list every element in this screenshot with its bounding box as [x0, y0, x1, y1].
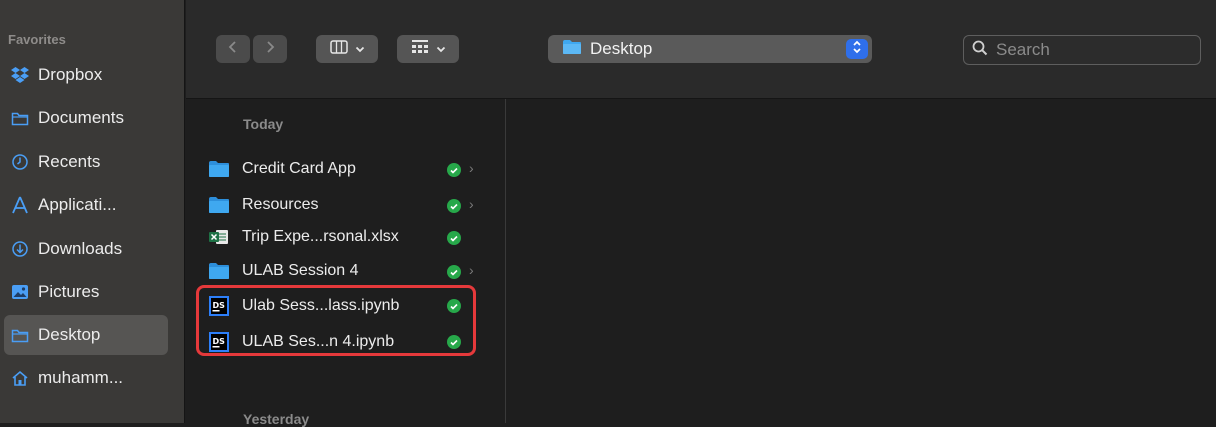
sidebar-item-label: Recents [38, 152, 101, 171]
sidebar-item-label: Dropbox [38, 65, 103, 84]
sidebar-item-desktop[interactable]: Desktop [4, 315, 168, 355]
sidebar-item-label: Desktop [38, 325, 101, 344]
search-icon [972, 40, 988, 61]
folder-icon [208, 195, 230, 215]
preview-pane [507, 99, 1216, 423]
sidebar-item-label: muhamm... [38, 368, 124, 387]
applications-icon [10, 195, 30, 215]
file-row[interactable]: ULAB Session 4 [208, 256, 488, 286]
chevron-right-icon: › [469, 160, 474, 176]
sidebar-item-label: Documents [38, 108, 124, 127]
sidebar-item-label: Downloads [38, 239, 123, 258]
file-row[interactable]: Trip Expe...rsonal.xlsx [208, 222, 488, 252]
sidebar: Favorites Dropbox Documents Recents Appl… [0, 0, 185, 423]
nav-buttons [216, 35, 287, 63]
sync-status-icon [447, 163, 461, 177]
up-down-chevron-icon [852, 40, 862, 59]
path-popup-button[interactable]: Desktop [548, 35, 872, 63]
forward-button[interactable] [253, 35, 287, 63]
section-header-today: Today [243, 116, 284, 132]
file-row[interactable]: Credit Card App [208, 154, 488, 184]
sync-status-icon [447, 199, 461, 213]
sidebar-item-label: Applicati... [38, 195, 117, 214]
sidebar-item-downloads[interactable]: Downloads [4, 229, 168, 269]
pictures-icon [10, 282, 30, 302]
group-by-button[interactable] [397, 35, 459, 63]
chevron-right-icon [265, 40, 275, 59]
chevron-right-icon: › [469, 196, 474, 212]
back-button[interactable] [216, 35, 250, 63]
grid-icon [411, 39, 429, 60]
sidebar-item-label: Pictures [38, 282, 100, 301]
columns-view-icon [329, 39, 348, 59]
download-icon [10, 239, 30, 259]
folder-icon [10, 325, 30, 345]
folder-icon [208, 159, 230, 179]
chevron-left-icon [228, 40, 238, 59]
sidebar-item-documents[interactable]: Documents [4, 98, 168, 138]
sidebar-item-applications[interactable]: Applicati... [4, 185, 168, 225]
file-row[interactable]: Resources [208, 190, 488, 220]
sidebar-item-recents[interactable]: Recents [4, 142, 168, 182]
chevron-down-icon [436, 40, 446, 58]
excel-file-icon [208, 227, 230, 247]
sidebar-item-dropbox[interactable]: Dropbox [4, 55, 168, 95]
file-name: ULAB Session 4 [242, 262, 359, 279]
chevron-down-icon [355, 40, 365, 58]
selection-highlight [196, 285, 476, 356]
file-name: Trip Expe...rsonal.xlsx [242, 228, 399, 245]
path-stepper[interactable] [846, 39, 868, 59]
folder-icon [10, 108, 30, 128]
path-label: Desktop [590, 39, 653, 58]
file-name: Resources [242, 196, 319, 213]
sidebar-item-pictures[interactable]: Pictures [4, 272, 168, 312]
home-icon [10, 368, 30, 388]
sidebar-heading: Favorites [8, 32, 66, 47]
group-by-group [397, 35, 459, 63]
clock-icon [10, 152, 30, 172]
chevron-right-icon: › [469, 262, 474, 278]
search-box[interactable] [963, 35, 1201, 65]
sync-status-icon [447, 265, 461, 279]
folder-icon [562, 39, 582, 60]
file-name: Credit Card App [242, 160, 356, 177]
search-input[interactable] [994, 39, 1188, 61]
view-mode-button[interactable] [316, 35, 378, 63]
sync-status-icon [447, 231, 461, 245]
sidebar-item-home[interactable]: muhamm... [4, 358, 168, 398]
view-mode-group [316, 35, 378, 63]
dropbox-icon [10, 65, 30, 85]
folder-icon [208, 261, 230, 281]
section-header-yesterday: Yesterday [243, 411, 310, 427]
